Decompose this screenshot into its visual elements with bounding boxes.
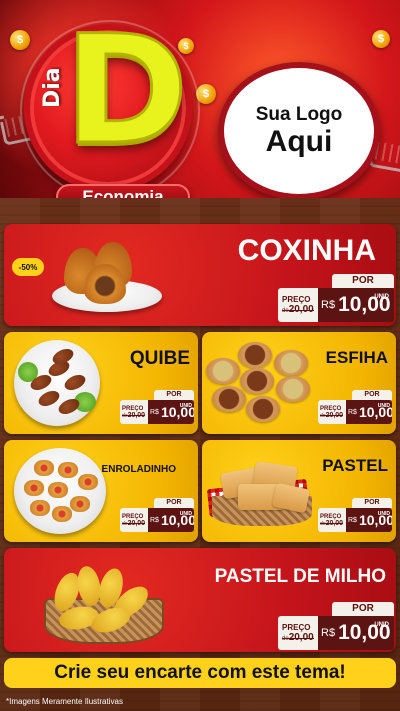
header-banner: $ $ $ $ D Dia Economia Sua Logo Aqui [0, 0, 400, 206]
disclaimer-note: *Imagens Meramente Ilustrativas [6, 697, 123, 706]
old-price-value: de 20,00 [320, 519, 344, 527]
price-tag: POR PREÇO de 20,00 R$ 10,00 UNID [278, 274, 394, 322]
price-box: PREÇO de 20,00 R$ 10,00 UNID [120, 400, 194, 424]
old-price-value: de 20,00 [282, 304, 314, 315]
currency-symbol: R$ [321, 299, 336, 311]
unit-label: UNID [377, 511, 390, 517]
price-tag: POR PREÇO de 20,00 R$ 10,00 UNID [318, 390, 392, 424]
old-price-value: de 20,00 [122, 411, 146, 419]
currency-symbol: R$ [150, 408, 159, 416]
dia-d-economia-logo: D Dia Economia [18, 4, 200, 206]
currency-symbol: R$ [348, 516, 357, 524]
old-price: PREÇO de 20,00 [278, 288, 318, 322]
preco-label: PREÇO [282, 295, 311, 304]
esfiha-image [206, 358, 240, 384]
price-por-label: POR [352, 390, 392, 400]
old-price-value: de 20,00 [282, 632, 314, 643]
logo-placeholder-line1: Sua Logo [255, 104, 343, 125]
old-price-value: de 20,00 [320, 411, 344, 419]
product-card-enroladinho[interactable]: ENROLADINHO POR PREÇO de 20,00 R$ 10,00 U… [4, 440, 198, 542]
enroladinho-image [30, 500, 50, 516]
esfiha-image [212, 386, 246, 412]
price-tag: POR PREÇO de 20,00 R$ 10,00 UNID [278, 602, 394, 650]
product-name: PASTEL [322, 456, 388, 475]
logo-dia-text: Dia [40, 67, 65, 108]
price-box: PREÇO de 20,00 R$ 10,00 UNID [120, 508, 194, 532]
esfiha-image [240, 368, 274, 394]
price-box: PREÇO de 20,00 R$ 10,00 UNID [278, 288, 394, 322]
price-por-label: POR [352, 498, 392, 508]
product-name: COXINHA [237, 234, 376, 267]
unit-label: UNID [374, 294, 389, 300]
logo-placeholder[interactable]: Sua Logo Aqui [218, 62, 380, 200]
enroladinho-image [70, 496, 90, 512]
esfiha-image [274, 350, 308, 376]
old-price-value: de 20,00 [122, 519, 146, 527]
product-name: ESFIHA [325, 348, 388, 367]
old-price: PREÇO de 20,00 [318, 400, 346, 424]
unit-label: UNID [377, 403, 390, 409]
old-price: PREÇO de 20,00 [278, 616, 318, 650]
currency-symbol: R$ [321, 627, 336, 639]
price-box: PREÇO de 20,00 R$ 10,00 UNID [278, 616, 394, 650]
old-price: PREÇO de 20,00 [318, 508, 346, 532]
logo-letter-d: D [63, 4, 190, 178]
new-price: R$ 10,00 UNID [346, 400, 392, 424]
old-price: PREÇO de 20,00 [120, 400, 148, 424]
price-tag: POR PREÇO de 20,00 R$ 10,00 UNID [120, 390, 194, 424]
new-price: R$ 10,00 UNID [346, 508, 392, 532]
unit-label: UNID [179, 403, 192, 409]
old-price: PREÇO de 20,00 [120, 508, 148, 532]
product-card-pastel[interactable]: PASTEL POR PREÇO de 20,00 R$ 10,00 UNID [202, 440, 396, 542]
enroladinho-image [58, 462, 78, 478]
price-por-label: POR [154, 498, 194, 508]
coin-icon: $ [372, 30, 390, 48]
new-price: R$ 10,00 UNID [148, 400, 194, 424]
price-box: PREÇO de 20,00 R$ 10,00 UNID [318, 508, 392, 532]
price-por-label: POR [332, 274, 394, 288]
esfiha-image [246, 396, 280, 422]
new-price: R$ 10,00 UNID [318, 288, 394, 322]
price-por-label: POR [154, 390, 194, 400]
new-price: R$ 10,00 UNID [318, 616, 394, 650]
logo-placeholder-line2: Aqui [265, 125, 333, 158]
esfiha-image [276, 376, 310, 402]
enroladinho-image [24, 480, 44, 496]
enroladinho-image [34, 460, 54, 476]
enroladinho-image [48, 482, 68, 498]
enroladinho-image [78, 474, 98, 490]
discount-badge: -50% [12, 258, 44, 276]
price-box: PREÇO de 20,00 R$ 10,00 UNID [318, 400, 392, 424]
product-card-esfiha[interactable]: ESFIHA POR PREÇO de 20,00 R$ 10,00 UNID [202, 332, 396, 434]
product-name: ENROLADINHO [101, 464, 176, 475]
price-tag: POR PREÇO de 20,00 R$ 10,00 UNID [318, 498, 392, 532]
product-name: PASTEL DE MILHO [214, 566, 386, 587]
price-tag: POR PREÇO de 20,00 R$ 10,00 UNID [120, 498, 194, 532]
currency-symbol: R$ [150, 516, 159, 524]
currency-symbol: R$ [348, 408, 357, 416]
product-card-pastel-de-milho[interactable]: PASTEL DE MILHO POR PREÇO de 20,00 R$ 10,… [4, 548, 396, 652]
product-card-quibe[interactable]: QUIBE POR PREÇO de 20,00 R$ 10,00 UNID [4, 332, 198, 434]
preco-label: PREÇO [282, 623, 311, 632]
product-name: QUIBE [129, 348, 190, 369]
new-price: R$ 10,00 UNID [148, 508, 194, 532]
product-card-coxinha[interactable]: -50% COXINHA POR PREÇO de 20,00 R$ 10,00 … [4, 224, 396, 326]
enroladinho-image [52, 506, 72, 522]
unit-label: UNID [179, 511, 192, 517]
price-por-label: POR [332, 602, 394, 616]
esfiha-image [238, 342, 272, 368]
cta-banner[interactable]: Crie seu encarte com este tema! [4, 658, 396, 688]
unit-label: UNID [374, 622, 389, 628]
